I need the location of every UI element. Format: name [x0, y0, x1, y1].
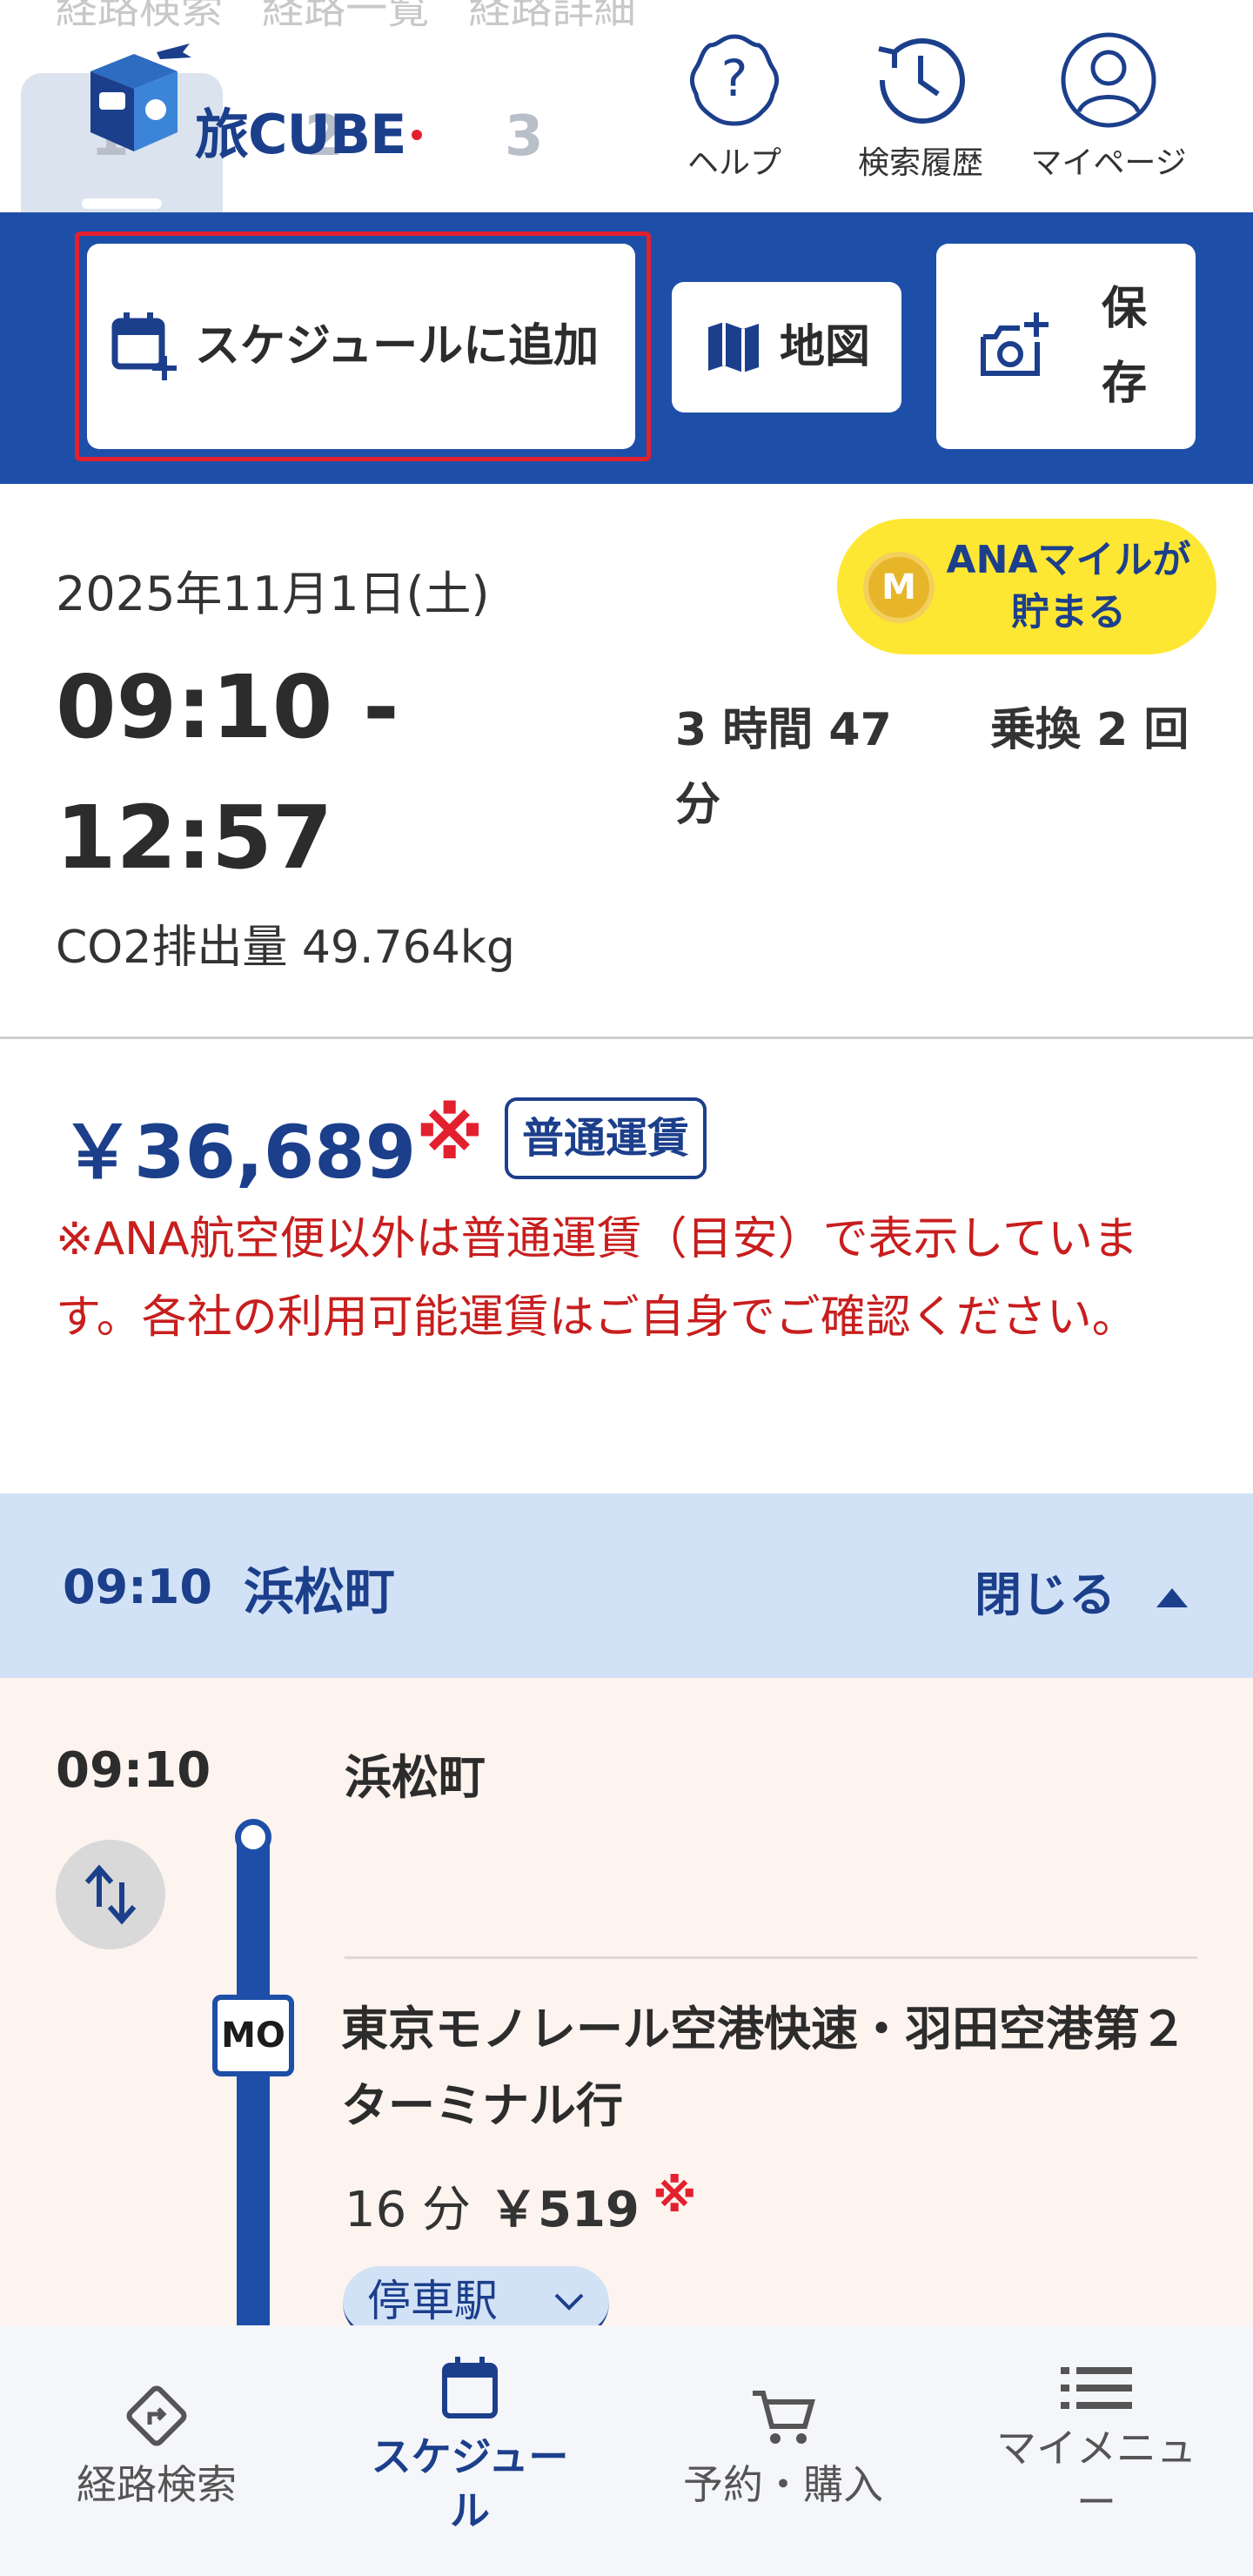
route-summary: 2025年11月1日(土) 09:10 - 12:57 3 時間 47 分 乗換…	[0, 484, 1253, 1039]
step-3[interactable]: 3	[505, 104, 544, 169]
logo-cube-icon	[90, 44, 191, 151]
nav-schedule-label: スケジュール	[371, 2433, 569, 2534]
collapse-label: 閉じる	[975, 1567, 1116, 1622]
route-sign-icon	[126, 2385, 187, 2446]
route-divider	[345, 1956, 1197, 1959]
station-node	[235, 1819, 271, 1855]
menu-list-icon	[1061, 2367, 1132, 2409]
nav-schedule[interactable]: スケジュール	[313, 2325, 626, 2576]
breadcrumb: 経路検索 経路一覧 経路詳細	[56, 0, 662, 35]
transfer-count: 乗換 2 回	[990, 704, 1189, 756]
travel-duration: 3 時間 47 分	[675, 704, 892, 831]
mypage-label: マイページ	[1030, 145, 1187, 181]
action-bar: スケジュールに追加 地図 保存	[0, 212, 1253, 484]
nav-route-search[interactable]: 経路検索	[0, 2325, 313, 2576]
breadcrumb-item-detail: 経路詳細	[468, 0, 636, 33]
app-logo[interactable]: 旅CUBE	[73, 40, 439, 166]
logo-text: 旅CUBE	[195, 103, 406, 166]
help-button[interactable]: ? ヘルプ	[647, 30, 821, 181]
nav-my-menu-label: マイメニュー	[996, 2425, 1196, 2526]
section-station: 浜松町	[244, 1562, 396, 1621]
nav-purchase-label: 予約・購入	[683, 2461, 883, 2508]
ana-mile-badge: M ANAマイルが貯まる	[837, 519, 1216, 654]
calendar-plus-icon	[111, 312, 177, 380]
line-code-badge: MO	[212, 1995, 294, 2076]
fare-section: ￥36,689 ※ 普通運賃 ※ANA航空便以外は普通運賃（目安）で表示していま…	[0, 1042, 1253, 1494]
step-tab-underline	[82, 198, 162, 209]
cart-icon	[753, 2391, 815, 2444]
swap-direction-button[interactable]	[56, 1840, 165, 1949]
search-history-button[interactable]: 検索履歴	[834, 30, 1008, 181]
chevron-up-icon	[1156, 1588, 1188, 1608]
departure-station[interactable]: 浜松町	[345, 1739, 486, 1808]
fare-note-mark: ※	[416, 1094, 484, 1175]
route-detail: 09:10 浜松町 MO 東京モノレール空港快速・羽田空港第２ターミナル行 16…	[0, 1678, 1253, 2325]
section-departure-time: 09:10	[63, 1560, 212, 1614]
stops-dropdown[interactable]: 停車駅	[343, 2266, 609, 2325]
time-range: 09:10 - 12:57	[56, 656, 399, 889]
departure-time: 09:10	[56, 1742, 211, 1799]
stops-label: 停車駅	[367, 2276, 498, 2325]
calendar-icon	[442, 2357, 498, 2418]
breadcrumb-item-search[interactable]: 経路検索	[56, 0, 223, 33]
chevron-down-icon	[554, 2293, 584, 2311]
segment-duration: 16 分	[345, 2182, 472, 2238]
breadcrumb-item-list[interactable]: 経路一覧	[262, 0, 429, 33]
map-icon	[707, 322, 759, 372]
camera-plus-icon	[981, 312, 1049, 376]
fare-notice: ※ANA航空便以外は普通運賃（目安）で表示しています。各社の利用可能運賃はご自身…	[56, 1213, 1139, 1344]
mile-coin-icon: M	[863, 552, 935, 623]
route-line-bar	[237, 1833, 270, 2325]
nav-route-search-label: 経路検索	[77, 2461, 237, 2508]
save-button[interactable]: 保存	[936, 244, 1196, 449]
add-to-schedule-button[interactable]: スケジュールに追加	[87, 244, 635, 449]
app-header: 経路検索 経路一覧 経路詳細 1 2 3 旅CUBE ? ヘルプ	[0, 0, 1253, 212]
nav-purchase[interactable]: 予約・購入	[626, 2325, 940, 2576]
user-icon	[1061, 32, 1156, 128]
help-icon: ?	[689, 34, 780, 126]
bottom-navigation: 経路検索 スケジュール 予約・購入 マイメニュー	[0, 2325, 1253, 2576]
fare-type-badge: 普通運賃	[505, 1097, 707, 1179]
history-clock-icon	[878, 38, 965, 124]
map-button[interactable]: 地図	[672, 282, 901, 413]
nav-my-menu[interactable]: マイメニュー	[940, 2325, 1253, 2576]
logo-dot-icon	[412, 130, 422, 140]
train-name: 東京モノレール空港快速・羽田空港第２ターミナル行	[341, 2002, 1187, 2133]
ana-mile-label: ANAマイルが貯まる	[946, 538, 1191, 634]
save-label: 保存	[1102, 283, 1148, 410]
route-section-header[interactable]: 09:10 浜松町 閉じる	[0, 1493, 1253, 1678]
help-label: ヘルプ	[687, 145, 781, 181]
travel-date: 2025年11月1日(土)	[56, 567, 490, 621]
segment-fare-mark: ※	[653, 2170, 697, 2223]
svg-text:?: ?	[721, 49, 748, 108]
add-to-schedule-label: スケジュールに追加	[194, 320, 600, 372]
collapse-button[interactable]: 閉じる	[975, 1556, 1189, 1625]
map-label: 地図	[779, 321, 870, 373]
segment-fare: ￥519	[489, 2182, 640, 2238]
total-fare: ￥36,689	[61, 1110, 417, 1195]
history-label: 検索履歴	[857, 145, 983, 181]
swap-arrows-icon	[84, 1864, 137, 1925]
co2-emission: CO2排出量 49.764kg	[56, 922, 515, 974]
mypage-button[interactable]: マイページ	[1022, 30, 1196, 181]
